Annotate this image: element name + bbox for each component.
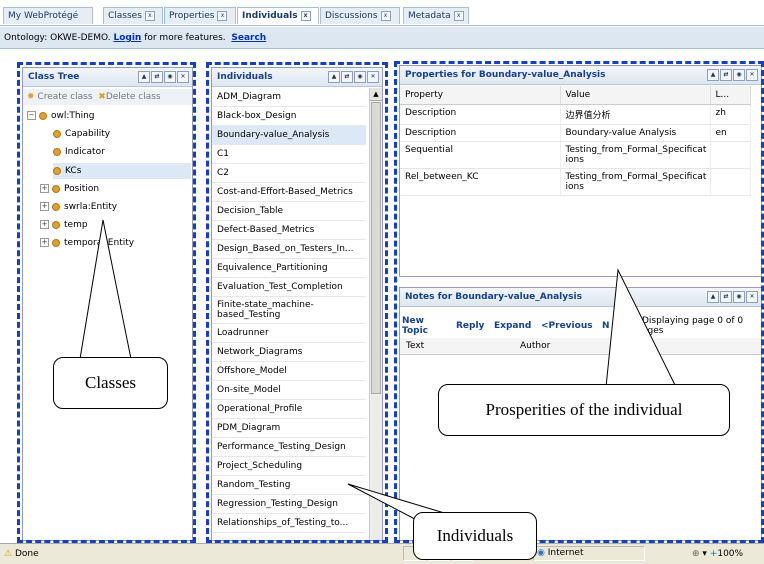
classes-callout: Classes: [53, 357, 168, 409]
status-bar: ⚠ Done ◉ Internet ⊕ ▾ +100%: [0, 543, 764, 564]
lock-icon: ⊕: [692, 549, 700, 559]
props-callout: Prosperities of the individual: [438, 384, 730, 436]
individuals-callout: Individuals: [413, 512, 537, 560]
classes-callout-pointer: [79, 219, 132, 360]
status-done: ⚠ Done: [4, 549, 39, 559]
props-callout-pointer: [605, 268, 677, 388]
callout-lines: [79, 219, 677, 529]
warning-icon: ⚠: [4, 549, 13, 559]
zoom-control[interactable]: ⊕ ▾ +100%: [692, 544, 743, 564]
globe-icon: ◉: [537, 548, 545, 558]
zone-cell: ◉ Internet: [533, 546, 645, 561]
